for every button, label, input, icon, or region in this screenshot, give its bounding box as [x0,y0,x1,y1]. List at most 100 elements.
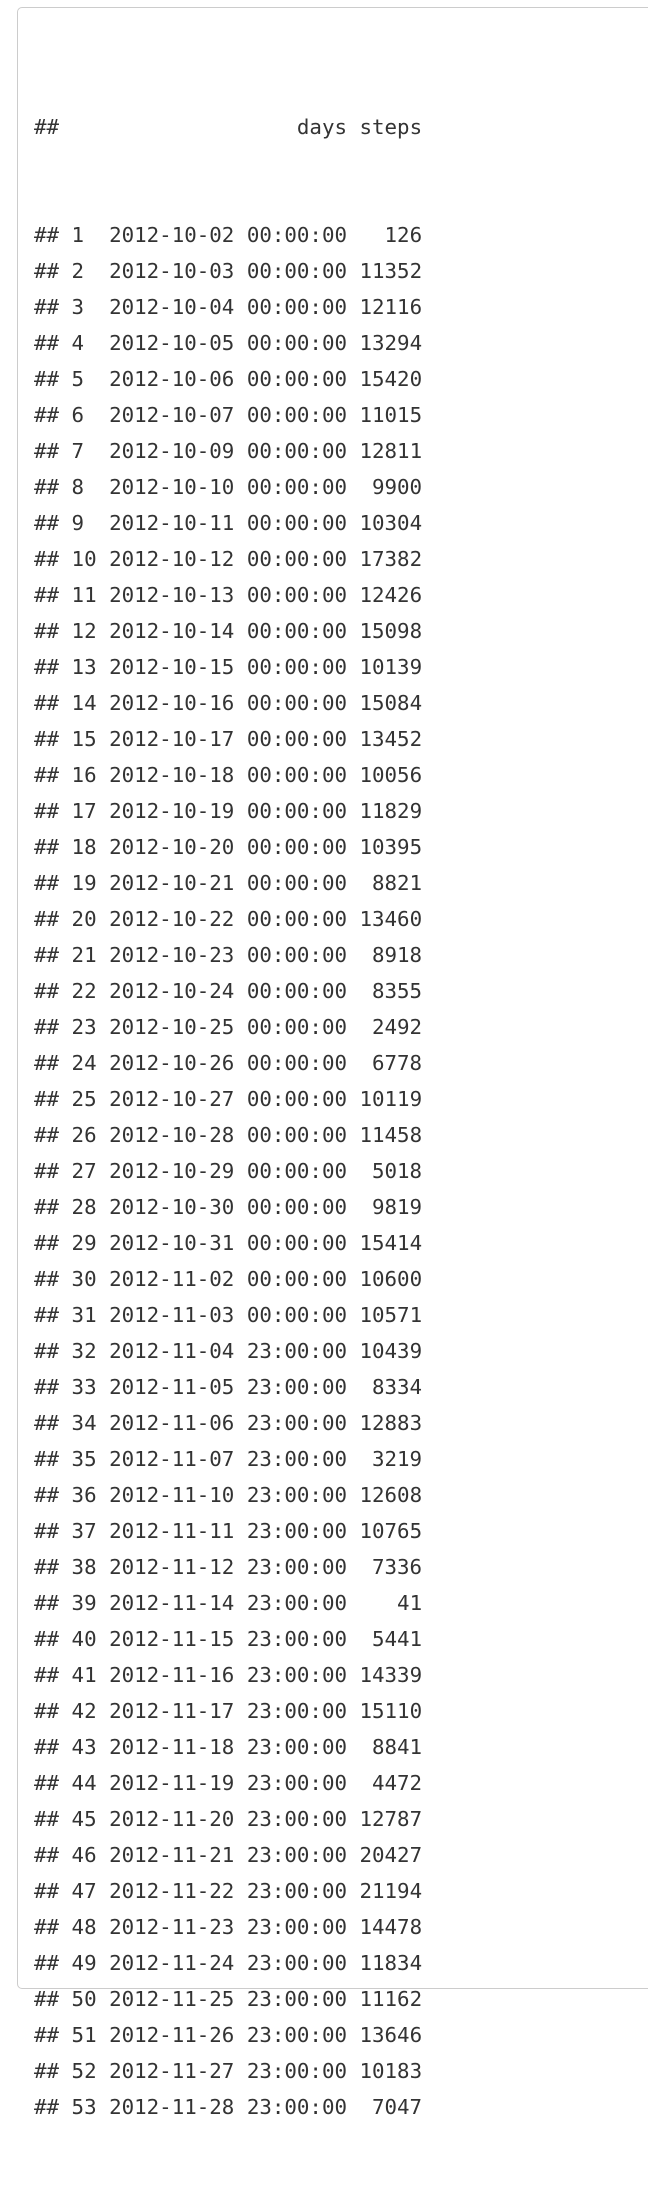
comment-prefix: ## [34,1303,60,1327]
output-row: ## 37 2012-11-11 23:00:00 10765 [34,1513,422,1549]
row-day: 2012-10-04 00:00:00 [109,295,347,319]
row-index: 26 [71,1123,97,1147]
comment-prefix: ## [34,1663,60,1687]
row-steps: 12811 [359,439,423,463]
row-index: 20 [71,907,97,931]
row-day: 2012-10-22 00:00:00 [109,907,347,931]
row-steps: 15414 [359,1231,423,1255]
comment-prefix: ## [34,1627,60,1651]
row-day: 2012-10-16 00:00:00 [109,691,347,715]
row-day: 2012-11-27 23:00:00 [109,2059,347,2083]
output-row: ## 39 2012-11-14 23:00:00 41 [34,1585,422,1621]
row-day: 2012-10-10 00:00:00 [109,475,347,499]
comment-prefix: ## [34,1231,60,1255]
row-day: 2012-10-11 00:00:00 [109,511,347,535]
row-index: 2 [71,259,85,283]
comment-prefix: ## [34,583,60,607]
comment-prefix: ## [34,691,60,715]
row-steps: 2492 [372,1015,423,1039]
row-index: 34 [71,1411,97,1435]
comment-prefix: ## [34,1843,60,1867]
row-index: 42 [71,1699,97,1723]
row-index: 5 [71,367,85,391]
row-index: 15 [71,727,97,751]
row-index: 25 [71,1087,97,1111]
comment-prefix: ## [34,1807,60,1831]
comment-prefix: ## [34,1339,60,1363]
row-steps: 21194 [359,1879,423,1903]
output-row: ## 19 2012-10-21 00:00:00 8821 [34,865,422,901]
row-day: 2012-11-18 23:00:00 [109,1735,347,1759]
output-row: ## 38 2012-11-12 23:00:00 7336 [34,1549,422,1585]
comment-prefix: ## [34,1015,60,1039]
row-index: 4 [71,331,85,355]
row-steps: 7047 [372,2095,423,2119]
row-steps: 7336 [372,1555,423,1579]
comment-prefix: ## [34,1447,60,1471]
row-day: 2012-10-19 00:00:00 [109,799,347,823]
row-day: 2012-10-14 00:00:00 [109,619,347,643]
output-row: ## 33 2012-11-05 23:00:00 8334 [34,1369,422,1405]
comment-prefix: ## [34,979,60,1003]
row-index: 45 [71,1807,97,1831]
row-index: 19 [71,871,97,895]
output-row: ## 36 2012-11-10 23:00:00 12608 [34,1477,422,1513]
row-index: 41 [71,1663,97,1687]
row-steps: 5018 [372,1159,423,1183]
output-row: ## 50 2012-11-25 23:00:00 11162 [34,1981,422,2017]
output-row: ## 2 2012-10-03 00:00:00 11352 [34,253,422,289]
row-index: 33 [71,1375,97,1399]
row-index: 7 [71,439,85,463]
row-day: 2012-11-17 23:00:00 [109,1699,347,1723]
comment-prefix: ## [34,1735,60,1759]
row-index: 46 [71,1843,97,1867]
output-header-row: ## days steps [34,109,422,145]
comment-prefix: ## [34,115,60,139]
comment-prefix: ## [34,223,60,247]
output-row: ## 29 2012-10-31 00:00:00 15414 [34,1225,422,1261]
row-steps: 13452 [359,727,423,751]
output-row: ## 17 2012-10-19 00:00:00 11829 [34,793,422,829]
row-steps: 8841 [372,1735,423,1759]
row-index: 29 [71,1231,97,1255]
row-steps: 10139 [359,655,423,679]
output-row: ## 22 2012-10-24 00:00:00 8355 [34,973,422,1009]
comment-prefix: ## [34,1375,60,1399]
row-day: 2012-11-02 00:00:00 [109,1267,347,1291]
row-index: 47 [71,1879,97,1903]
row-steps: 13294 [359,331,423,355]
row-day: 2012-11-10 23:00:00 [109,1483,347,1507]
row-index: 11 [71,583,97,607]
row-steps: 10439 [359,1339,423,1363]
row-day: 2012-10-27 00:00:00 [109,1087,347,1111]
comment-prefix: ## [34,799,60,823]
row-index: 14 [71,691,97,715]
output-row: ## 34 2012-11-06 23:00:00 12883 [34,1405,422,1441]
comment-prefix: ## [34,1879,60,1903]
comment-prefix: ## [34,1771,60,1795]
row-day: 2012-10-09 00:00:00 [109,439,347,463]
output-row: ## 25 2012-10-27 00:00:00 10119 [34,1081,422,1117]
row-day: 2012-11-16 23:00:00 [109,1663,347,1687]
output-row: ## 27 2012-10-29 00:00:00 5018 [34,1153,422,1189]
row-steps: 10119 [359,1087,423,1111]
comment-prefix: ## [34,1483,60,1507]
row-index: 32 [71,1339,97,1363]
row-day: 2012-10-05 00:00:00 [109,331,347,355]
row-day: 2012-11-07 23:00:00 [109,1447,347,1471]
output-row: ## 21 2012-10-23 00:00:00 8918 [34,937,422,973]
output-row: ## 8 2012-10-10 00:00:00 9900 [34,469,422,505]
comment-prefix: ## [34,403,60,427]
row-steps: 12608 [359,1483,423,1507]
output-rows: ## 1 2012-10-02 00:00:00 126 ## 2 2012-10-03 0… [34,217,422,2125]
row-index: 9 [71,511,85,535]
row-day: 2012-11-21 23:00:00 [109,1843,347,1867]
output-row: ## 7 2012-10-09 00:00:00 12811 [34,433,422,469]
comment-prefix: ## [34,547,60,571]
comment-prefix: ## [34,619,60,643]
row-steps: 10600 [359,1267,423,1291]
row-day: 2012-10-30 00:00:00 [109,1195,347,1219]
row-steps: 14478 [359,1915,423,1939]
row-steps: 15084 [359,691,423,715]
output-row: ## 16 2012-10-18 00:00:00 10056 [34,757,422,793]
